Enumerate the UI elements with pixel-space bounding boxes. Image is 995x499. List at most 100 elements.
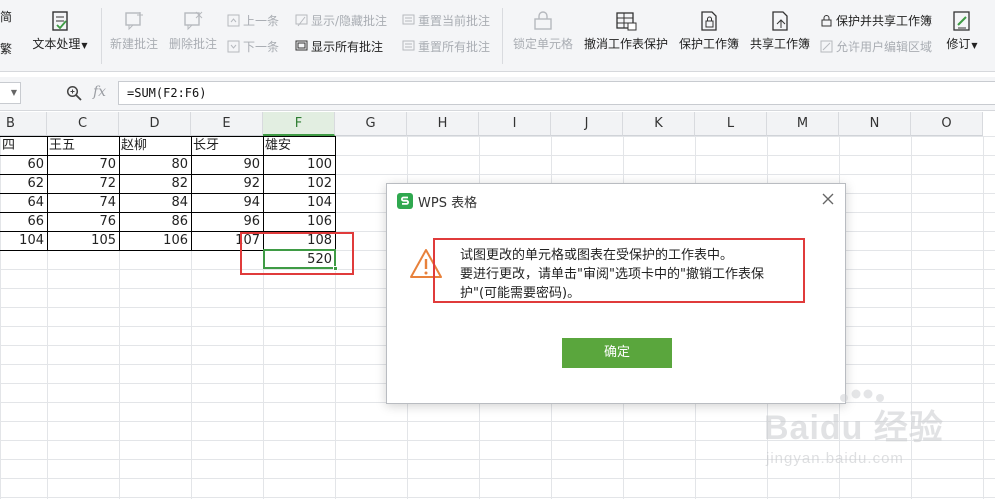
column-header-g[interactable]: G (335, 112, 407, 136)
reset-current-comment-label: 重置当前批注 (418, 13, 491, 28)
name-box-dropdown[interactable]: ▼ (0, 82, 21, 104)
zoom-icon[interactable] (66, 85, 82, 101)
table-cell[interactable]: 80 (119, 156, 191, 174)
column-header-m[interactable]: M (767, 112, 839, 136)
close-icon[interactable] (820, 191, 836, 207)
table-cell[interactable]: 66 (0, 213, 47, 231)
column-header-k[interactable]: K (623, 112, 695, 136)
prev-item-label: 上一条 (243, 13, 280, 28)
show-hide-comment-icon (295, 14, 308, 26)
fx-icon[interactable]: fx (93, 84, 106, 100)
column-header-d[interactable]: D (119, 112, 191, 136)
table-cell[interactable]: 86 (119, 213, 191, 231)
prev-item-button[interactable]: 上一条 (227, 12, 279, 28)
table-cell[interactable]: 105 (47, 232, 119, 250)
table-cell[interactable]: 94 (191, 194, 263, 212)
column-header-b[interactable]: B (0, 112, 47, 136)
show-hide-comment-button[interactable]: 显示/隐藏批注 (295, 12, 387, 28)
column-header-i[interactable]: I (479, 112, 551, 136)
column-header-f[interactable]: F (263, 112, 335, 136)
lock-cell-icon (534, 11, 552, 30)
allow-edit-ranges-label: 允许用户编辑区域 (836, 39, 933, 54)
traditional-chinese-button[interactable]: 繁 (0, 40, 12, 57)
share-workbook-label: 共享工作簿 (749, 37, 810, 51)
new-comment-icon (125, 12, 143, 31)
next-item-button[interactable]: 下一条 (227, 38, 279, 54)
table-cell[interactable]: 104 (263, 194, 335, 212)
show-all-comments-icon (295, 40, 308, 50)
table-cell[interactable]: 70 (47, 156, 119, 174)
column-header-e[interactable]: E (191, 112, 263, 136)
table-cell[interactable]: 104 (0, 232, 47, 250)
track-changes-icon (953, 11, 970, 31)
show-all-comments-button[interactable]: 显示所有批注 (295, 38, 383, 54)
delete-comment-icon (184, 11, 203, 31)
text-process-button[interactable]: 文本处理▼ (29, 10, 91, 52)
table-cell[interactable]: 62 (0, 175, 47, 193)
protect-and-share-button[interactable]: 保护并共享工作簿 (820, 12, 932, 28)
protect-and-share-icon (821, 14, 832, 26)
column-header-h[interactable]: H (407, 112, 479, 136)
share-workbook-button[interactable]: 共享工作簿 (748, 10, 812, 52)
table-header-cell[interactable]: 赵柳 (119, 137, 191, 155)
wps-logo-icon (397, 193, 413, 209)
text-process-icon (52, 11, 68, 31)
reset-current-comment-icon (402, 14, 415, 24)
unprotect-sheet-label: 撤消工作表保护 (583, 37, 668, 51)
protect-workbook-icon (701, 11, 717, 31)
column-header-c[interactable]: C (47, 112, 119, 136)
reset-all-comments-label: 重置所有批注 (418, 39, 491, 54)
table-cell[interactable]: 106 (119, 232, 191, 250)
column-header-l[interactable]: L (695, 112, 767, 136)
delete-comment-label: 删除批注 (168, 37, 217, 51)
table-cell[interactable]: 106 (263, 213, 335, 231)
table-cell[interactable]: 64 (0, 194, 47, 212)
table-cell[interactable]: 90 (191, 156, 263, 174)
new-comment-label: 新建批注 (109, 37, 158, 51)
unprotect-sheet-icon (616, 12, 637, 31)
watermark-brand: Baidu 经验 (764, 409, 944, 447)
table-cell[interactable]: 92 (191, 175, 263, 193)
simplified-label: 简 (0, 10, 13, 24)
formula-input[interactable]: =SUM(F2:F6) (118, 81, 995, 105)
ok-button[interactable]: 确定 (562, 338, 672, 368)
delete-comment-button[interactable]: 删除批注 (167, 10, 219, 52)
protect-workbook-button[interactable]: 保护工作簿 (677, 10, 741, 52)
reset-all-comments-button[interactable]: 重置所有批注 (402, 38, 490, 54)
table-cell[interactable]: 100 (263, 156, 335, 174)
table-cell[interactable]: 76 (47, 213, 119, 231)
chevron-down-icon: ▼ (10, 88, 17, 97)
simplified-chinese-button[interactable]: 简 (0, 8, 12, 25)
ribbon-separator (502, 8, 503, 64)
table-cell[interactable]: 84 (119, 194, 191, 212)
table-cell[interactable]: 82 (119, 175, 191, 193)
unprotect-sheet-button[interactable]: 撤消工作表保护 (582, 10, 670, 52)
column-header-o[interactable]: O (911, 112, 983, 136)
allow-edit-ranges-icon (820, 40, 833, 52)
protect-and-share-label: 保护并共享工作簿 (836, 13, 933, 28)
table-header-cell[interactable]: 长牙 (191, 137, 263, 155)
table-cell[interactable]: 72 (47, 175, 119, 193)
dialog-title: WPS 表格 (418, 196, 478, 211)
column-header-j[interactable]: J (551, 112, 623, 136)
table-header-cell[interactable]: 王五 (47, 137, 119, 155)
table-header-cell[interactable]: 雄安 (263, 137, 335, 155)
column-header-n[interactable]: N (839, 112, 911, 136)
table-header-cell[interactable]: 四 (0, 137, 47, 155)
track-changes-button[interactable]: 修订▼ (944, 10, 980, 52)
lock-cell-button[interactable]: 锁定单元格 (511, 10, 575, 52)
prev-item-icon (227, 14, 240, 26)
formula-bar: ▼ fx =SUM(F2:F6) (0, 77, 995, 111)
reset-current-comment-button[interactable]: 重置当前批注 (402, 12, 490, 28)
table-cell[interactable]: 74 (47, 194, 119, 212)
share-workbook-icon (772, 11, 788, 31)
new-comment-button[interactable]: 新建批注 (108, 10, 160, 52)
table-cell[interactable]: 102 (263, 175, 335, 193)
show-hide-comment-label: 显示/隐藏批注 (311, 13, 388, 28)
lock-cell-label: 锁定单元格 (512, 37, 573, 51)
allow-edit-ranges-button[interactable]: 允许用户编辑区域 (820, 38, 932, 54)
table-cell[interactable]: 60 (0, 156, 47, 174)
traditional-label: 繁 (0, 42, 13, 56)
table-cell[interactable]: 96 (191, 213, 263, 231)
baidu-jingyan-watermark: Baidu 经验 jingyan.baidu.com (758, 388, 988, 483)
